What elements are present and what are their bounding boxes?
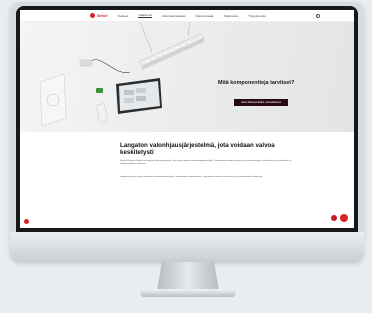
brand-name: Steinel bbox=[97, 13, 108, 18]
remote-control-icon bbox=[96, 103, 108, 123]
nav-item-yhteydenotto[interactable]: Yhteydenotto bbox=[248, 14, 266, 18]
chat-open-icon[interactable] bbox=[340, 214, 348, 222]
brand-logo[interactable]: Steinel bbox=[90, 13, 107, 18]
monitor-stand bbox=[157, 262, 219, 290]
cable bbox=[89, 59, 131, 73]
linear-luminaire-icon bbox=[137, 33, 205, 70]
monitor-stand-base bbox=[140, 289, 236, 297]
search-icon[interactable] bbox=[315, 13, 320, 18]
nav-item-kokonaisratkaisut[interactable]: Kokonaisratkaisut bbox=[162, 14, 186, 18]
sensor-icon bbox=[96, 88, 103, 93]
product-illustration bbox=[39, 22, 205, 127]
nav-item-tuotteet[interactable]: Tuotteet bbox=[117, 14, 128, 18]
suspension-wire bbox=[139, 22, 153, 53]
chat-widget[interactable] bbox=[331, 214, 348, 222]
nav-item-tukisivusto[interactable]: Tukisivusto bbox=[223, 14, 238, 18]
body-paragraph: Langaton ohjaus tarjoaa joustavat asennu… bbox=[120, 176, 263, 178]
content-section: Langaton valonhjausjärjestelmä, jota voi… bbox=[20, 132, 354, 228]
screen: Steinel Tuotteet Valaisimet Kokonaisratk… bbox=[20, 10, 354, 228]
chat-bubble-icon[interactable] bbox=[331, 215, 337, 221]
section-title: Langaton valonhjausjärjestelmä, jota voi… bbox=[120, 142, 275, 156]
suspension-wire bbox=[187, 22, 191, 37]
nav-item-referensseja[interactable]: Referenssejä bbox=[196, 14, 214, 18]
hero-title: Mitä komponentteja tarvitset? bbox=[218, 80, 295, 86]
monitor-chin bbox=[10, 232, 364, 262]
hero-banner: Mitä komponentteja tarvitset? Katso Wire… bbox=[20, 22, 354, 132]
top-nav: Steinel Tuotteet Valaisimet Kokonaisratk… bbox=[20, 10, 354, 22]
hero-cta-button[interactable]: Katso Wireless Radio -tuotevalikoima bbox=[234, 99, 288, 106]
wall-panel-icon bbox=[39, 73, 67, 127]
brand-mark-icon bbox=[90, 13, 95, 18]
nav-item-valaisimet[interactable]: Valaisimet bbox=[138, 13, 152, 18]
side-brand-icon bbox=[24, 219, 29, 224]
tablet-icon bbox=[116, 78, 162, 114]
intro-paragraph: Steinel Wireless Radio on langaton ohjau… bbox=[120, 160, 292, 166]
driver-module-icon bbox=[79, 59, 93, 67]
